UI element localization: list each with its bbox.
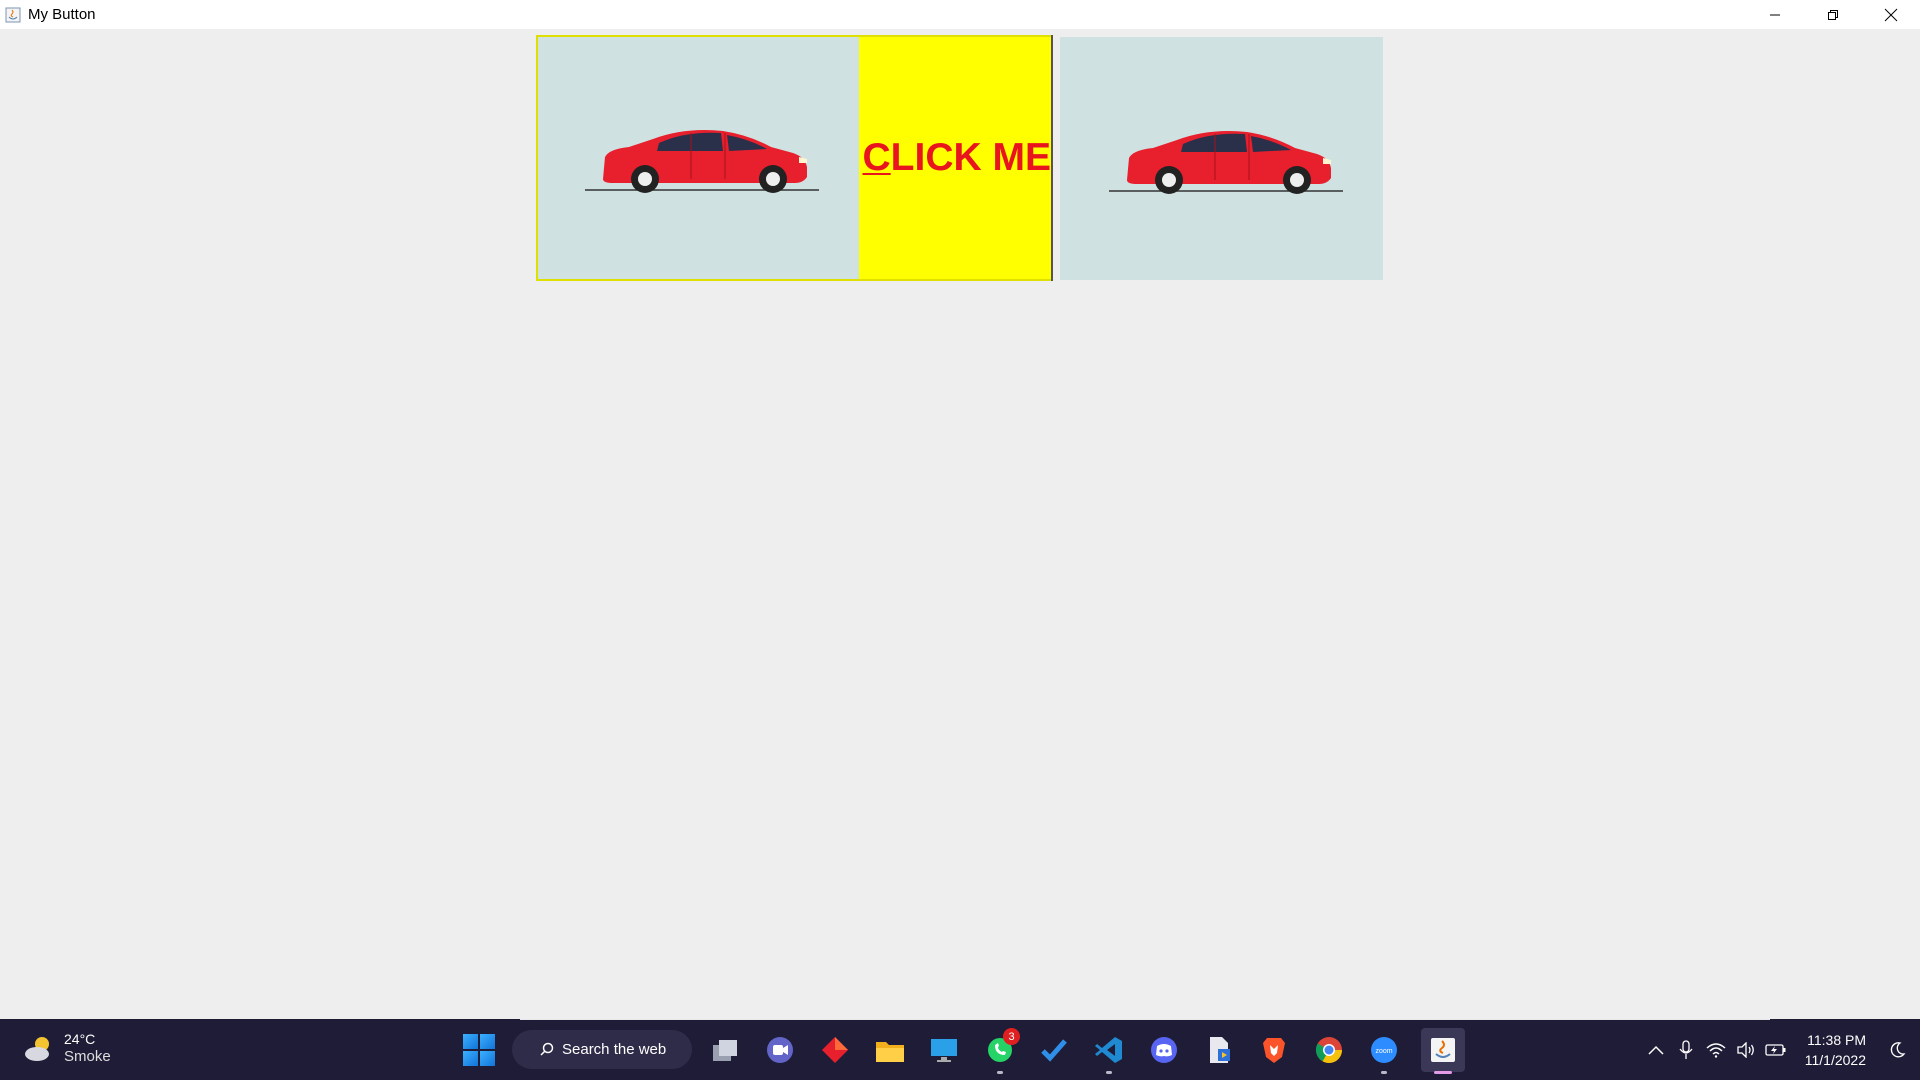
battery-charging-icon	[1765, 1043, 1786, 1056]
task-view-button[interactable]	[708, 1032, 744, 1068]
folder-icon	[876, 1042, 904, 1062]
close-icon	[1884, 8, 1898, 21]
whatsapp-button[interactable]: 3	[982, 1028, 1020, 1074]
search-icon	[540, 1042, 554, 1056]
volume-button[interactable]	[1731, 1035, 1761, 1065]
weather-widget[interactable]: 24°C Smoke	[22, 1031, 111, 1066]
red-car-icon	[585, 130, 820, 193]
chrome-icon	[1315, 1037, 1343, 1064]
car-image-panel	[1060, 37, 1383, 280]
volume-icon	[1737, 1041, 1754, 1058]
vscode-icon	[1095, 1037, 1122, 1063]
minimize-button[interactable]	[1746, 0, 1804, 29]
microphone-icon	[1679, 1039, 1693, 1059]
zoom-button[interactable]: zoom	[1366, 1032, 1402, 1074]
red-car-icon	[1108, 130, 1343, 194]
window-titlebar: My Button	[0, 0, 1920, 29]
show-hidden-icons-button[interactable]	[1641, 1035, 1671, 1065]
button-label-rest: LICK ME	[890, 136, 1051, 179]
discord-button[interactable]	[1146, 1032, 1182, 1068]
monitor-icon	[931, 1039, 957, 1062]
whatsapp-badge: 3	[1003, 1028, 1020, 1045]
weather-cloud-moon-icon	[25, 1036, 49, 1061]
button-mnemonic: C	[862, 136, 891, 179]
battery-button[interactable]	[1761, 1035, 1791, 1065]
checkmark-icon	[1041, 1039, 1067, 1062]
teams-chat-button[interactable]	[762, 1032, 798, 1068]
diamond-app-button[interactable]	[817, 1032, 853, 1068]
start-button[interactable]	[463, 1034, 495, 1066]
window-title: My Button	[28, 6, 96, 23]
brave-button[interactable]	[1256, 1032, 1292, 1068]
file-app-button[interactable]	[1201, 1032, 1237, 1068]
file-explorer-button[interactable]	[872, 1032, 908, 1068]
button-label: C LICK ME	[859, 37, 1052, 279]
system-tray: 11:38 PM 11/1/2022	[1641, 1019, 1920, 1080]
chrome-button[interactable]	[1311, 1032, 1347, 1068]
brave-lion-icon	[1263, 1038, 1285, 1063]
taskbar-search[interactable]: Search the web	[512, 1030, 692, 1069]
todo-button[interactable]	[1036, 1032, 1072, 1068]
search-label: Search the web	[562, 1041, 667, 1058]
click-me-button[interactable]: C LICK ME	[536, 35, 1053, 281]
weather-temp: 24°C	[64, 1031, 96, 1047]
wifi-icon	[1706, 1042, 1726, 1058]
remote-desktop-button[interactable]	[926, 1032, 962, 1068]
microphone-button[interactable]	[1671, 1035, 1701, 1065]
diamond-app-icon	[822, 1037, 848, 1063]
taskbar: 24°C Smoke Search the web 3 zoom 11:38 P…	[0, 1019, 1920, 1080]
zoom-icon-label: zoom	[1375, 1048, 1392, 1055]
zoom-icon: zoom	[1371, 1037, 1397, 1063]
moon-icon	[1890, 1041, 1906, 1057]
clock-date: 11/1/2022	[1804, 1051, 1866, 1068]
java-app-button[interactable]	[1421, 1028, 1465, 1074]
weather-desc: Smoke	[64, 1048, 111, 1065]
button-image-panel	[538, 37, 859, 279]
focus-assist-button[interactable]	[1882, 1035, 1912, 1065]
document-icon	[1210, 1037, 1230, 1063]
java-icon	[1431, 1038, 1455, 1062]
minimize-icon	[1770, 14, 1780, 15]
restore-icon	[1828, 9, 1838, 20]
window-content: C LICK ME	[0, 29, 1920, 1019]
task-view-icon	[713, 1040, 737, 1061]
vscode-button[interactable]	[1091, 1032, 1127, 1074]
clock-time: 11:38 PM	[1807, 1031, 1866, 1048]
restore-button[interactable]	[1804, 0, 1862, 29]
java-app-icon	[4, 6, 22, 24]
taskbar-clock[interactable]: 11:38 PM 11/1/2022	[1805, 1030, 1866, 1070]
teams-chat-icon	[767, 1037, 793, 1063]
chevron-up-icon	[1648, 1045, 1664, 1055]
discord-icon	[1151, 1037, 1177, 1063]
wifi-button[interactable]	[1701, 1035, 1731, 1065]
close-button[interactable]	[1862, 0, 1920, 29]
